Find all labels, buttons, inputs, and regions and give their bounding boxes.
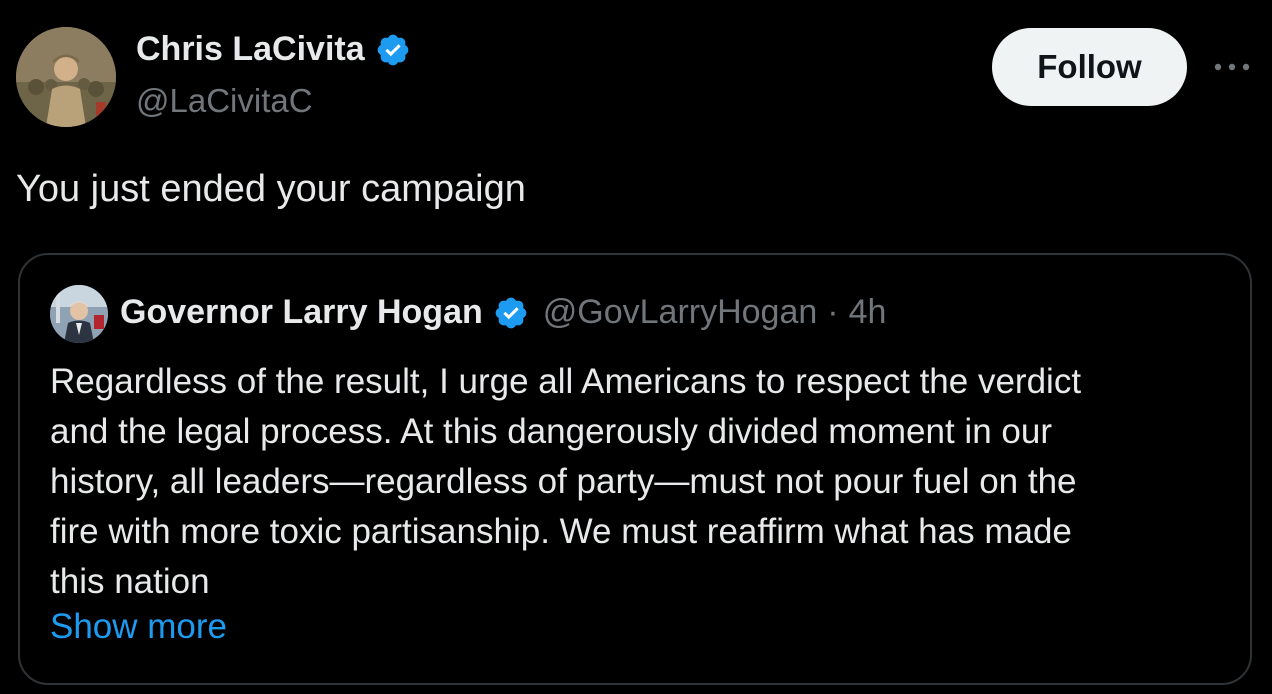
quoted-text-line: history, all leaders—regardless of party…: [50, 462, 1077, 501]
quoted-tweet-text: Regardless of the result, I urge all Ame…: [50, 357, 1230, 607]
follow-button[interactable]: Follow: [992, 28, 1187, 106]
quoted-header: Governor Larry Hogan @GovLarryHogan · 4h: [120, 293, 886, 332]
quoted-tweet[interactable]: Governor Larry Hogan @GovLarryHogan · 4h…: [18, 253, 1252, 685]
quoted-text-line: this nation: [50, 562, 210, 601]
quoted-timestamp[interactable]: 4h: [849, 293, 887, 332]
quoted-text-line: Regardless of the result, I urge all Ame…: [50, 362, 1082, 401]
verified-badge-icon[interactable]: [493, 295, 529, 331]
quoted-text-line: and the legal process. At this dangerous…: [50, 412, 1052, 451]
author-name[interactable]: Chris LaCivita: [136, 30, 411, 69]
show-more-link[interactable]: Show more: [50, 607, 227, 647]
more-options-button[interactable]: [1208, 50, 1256, 84]
author-avatar[interactable]: [16, 27, 116, 127]
author-handle[interactable]: @LaCivitaC: [136, 82, 313, 120]
more-horizontal-icon: [1214, 63, 1250, 71]
quoted-text-line: fire with more toxic partisanship. We mu…: [50, 512, 1072, 551]
quoted-author-avatar[interactable]: [50, 285, 108, 343]
tweet: Chris LaCivita @LaCivitaC Follow You jus…: [0, 0, 1272, 694]
separator-dot: ·: [827, 293, 839, 331]
quoted-author-name[interactable]: Governor Larry Hogan: [120, 293, 483, 332]
verified-badge-icon[interactable]: [375, 32, 411, 68]
quoted-author-handle[interactable]: @GovLarryHogan: [543, 293, 818, 332]
tweet-text: You just ended your campaign: [16, 168, 526, 210]
author-name-text[interactable]: Chris LaCivita: [136, 30, 365, 69]
author-avatar-image: [16, 27, 116, 127]
quoted-author-avatar-image: [50, 285, 108, 343]
